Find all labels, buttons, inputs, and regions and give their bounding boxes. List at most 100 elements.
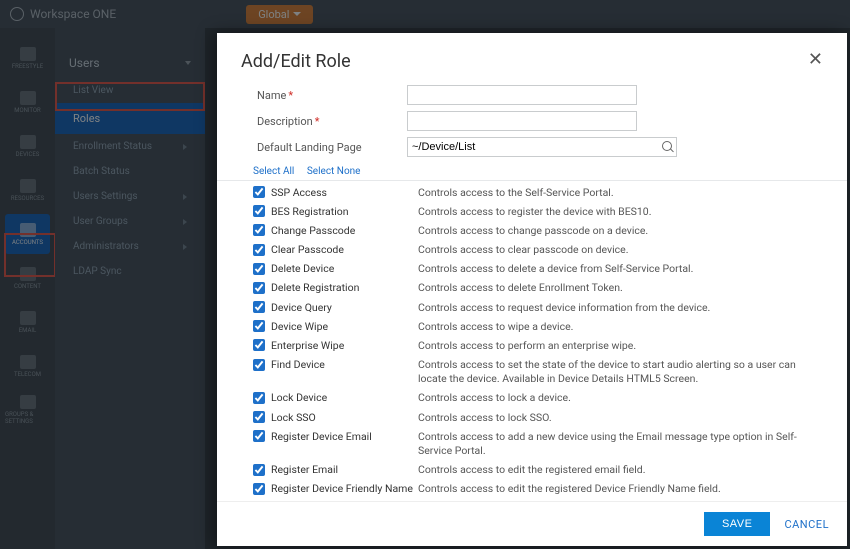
subnav-label: Users Settings bbox=[73, 191, 138, 202]
permission-checkbox[interactable] bbox=[253, 392, 265, 404]
permission-desc: Controls access to set the state of the … bbox=[418, 358, 827, 386]
chevron-right-icon bbox=[183, 144, 187, 150]
permission-checkbox[interactable] bbox=[253, 263, 265, 275]
permission-desc: Controls access to edit the registered e… bbox=[418, 463, 827, 477]
subnav-item-roles[interactable]: Roles bbox=[55, 103, 205, 134]
subnav-item-user-groups[interactable]: User Groups bbox=[55, 209, 205, 234]
rail-label: DEVICES bbox=[16, 151, 40, 158]
subnav-label: List View bbox=[73, 85, 113, 96]
rail-item-telecom[interactable]: TELECOM bbox=[5, 346, 50, 386]
permission-desc: Controls access to register the device w… bbox=[418, 205, 827, 219]
left-rail: FREESTYLEMONITOR DEVICES RESOURCES ACCOUNTS… bbox=[0, 28, 55, 549]
search-icon[interactable] bbox=[662, 141, 672, 151]
permission-name: SSP Access bbox=[271, 186, 327, 199]
rail-label: ACCOUNTS bbox=[12, 239, 43, 246]
permission-row: Device WipeControls access to wipe a dev… bbox=[253, 317, 827, 336]
permission-row: Change PasscodeControls access to change… bbox=[253, 221, 827, 240]
rail-item-groups-settings[interactable]: GROUPS & SETTINGS bbox=[5, 390, 50, 430]
permission-name: Clear Passcode bbox=[271, 243, 344, 256]
landing-label: Default Landing Page bbox=[257, 141, 407, 154]
permission-checkbox[interactable] bbox=[253, 320, 265, 332]
chevron-right-icon bbox=[183, 219, 187, 225]
permission-name: Register Device Email bbox=[271, 430, 372, 443]
permissions-list: SSP AccessControls access to the Self-Se… bbox=[217, 181, 847, 501]
subnav-item-batch-status[interactable]: Batch Status bbox=[55, 159, 205, 184]
rail-item-email[interactable]: EMAIL bbox=[5, 302, 50, 342]
subnav-item-ldap-sync[interactable]: LDAP Sync bbox=[55, 259, 205, 284]
permission-row: Lock DeviceControls access to lock a dev… bbox=[253, 389, 827, 408]
subnav: Users List View Roles Enrollment Status Bat… bbox=[55, 28, 205, 549]
permission-row: Enterprise WipeControls access to perfor… bbox=[253, 336, 827, 355]
rail-item-freestyle[interactable]: FREESTYLE bbox=[5, 38, 50, 78]
permission-name: BES Registration bbox=[271, 205, 349, 218]
permission-checkbox[interactable] bbox=[253, 224, 265, 236]
permission-row: Delete DeviceControls access to delete a… bbox=[253, 260, 827, 279]
permission-desc: Controls access to lock SSO. bbox=[418, 411, 827, 425]
description-input[interactable] bbox=[407, 111, 637, 131]
permission-row: Lock SSO Controls access to lock SSO. bbox=[253, 408, 827, 427]
subnav-item-enrollment-status[interactable]: Enrollment Status bbox=[55, 134, 205, 159]
global-label: Global bbox=[258, 8, 289, 21]
select-all-link[interactable]: Select All bbox=[253, 166, 294, 177]
chevron-right-icon bbox=[183, 244, 187, 250]
permission-checkbox[interactable] bbox=[253, 186, 265, 198]
permission-checkbox[interactable] bbox=[253, 464, 265, 476]
subnav-label: Roles bbox=[73, 112, 100, 125]
rail-label: GROUPS & SETTINGS bbox=[5, 411, 50, 425]
subnav-label: User Groups bbox=[73, 216, 128, 227]
rail-label: CONTENT bbox=[14, 283, 41, 290]
nav-icon bbox=[20, 223, 36, 237]
rail-item-content[interactable]: CONTENT bbox=[5, 258, 50, 298]
description-label: Description* bbox=[257, 115, 407, 128]
permission-row: SSP AccessControls access to the Self-Se… bbox=[253, 183, 827, 202]
rail-item-monitor[interactable]: MONITOR bbox=[5, 82, 50, 122]
rail-item-devices[interactable]: DEVICES bbox=[5, 126, 50, 166]
permission-row: BES Registration Controls access to regis… bbox=[253, 202, 827, 221]
rail-item-resources[interactable]: RESOURCES bbox=[5, 170, 50, 210]
rail-item-accounts[interactable]: ACCOUNTS bbox=[5, 214, 50, 254]
permission-checkbox[interactable] bbox=[253, 244, 265, 256]
permission-checkbox[interactable] bbox=[253, 411, 265, 423]
subnav-header[interactable]: Users bbox=[55, 48, 205, 78]
landing-input[interactable] bbox=[407, 137, 677, 157]
nav-icon bbox=[20, 91, 36, 105]
permission-row: Clear Passcode Controls access to clear p… bbox=[253, 241, 827, 260]
subnav-item-administrators[interactable]: Administrators bbox=[55, 234, 205, 259]
permission-name: Lock SSO bbox=[271, 411, 316, 424]
rail-label: RESOURCES bbox=[11, 195, 44, 202]
permission-checkbox[interactable] bbox=[253, 483, 265, 495]
modal-title: Add/Edit Role bbox=[241, 51, 351, 72]
nav-icon bbox=[20, 267, 36, 281]
permission-name: Register Device Friendly Name bbox=[271, 482, 413, 495]
subnav-header-label: Users bbox=[69, 56, 100, 70]
permission-name: Register Email bbox=[271, 463, 338, 476]
permission-checkbox[interactable] bbox=[253, 359, 265, 371]
cancel-button[interactable]: CANCEL bbox=[784, 518, 829, 531]
subnav-label: Enrollment Status bbox=[73, 141, 152, 152]
select-none-link[interactable]: Select None bbox=[307, 166, 361, 177]
permission-checkbox[interactable] bbox=[253, 430, 265, 442]
name-input[interactable] bbox=[407, 85, 637, 105]
permission-desc: Controls access to delete a device from … bbox=[418, 262, 827, 276]
subnav-label: Batch Status bbox=[73, 166, 130, 177]
permission-checkbox[interactable] bbox=[253, 301, 265, 313]
permission-desc: Controls access to wipe a device. bbox=[418, 320, 827, 334]
nav-icon bbox=[20, 47, 36, 61]
chevron-right-icon bbox=[183, 194, 187, 200]
permission-row: Register Device Email Controls access to … bbox=[253, 427, 827, 460]
permission-row: Register Device Friendly NameControls ac… bbox=[253, 480, 827, 499]
permission-desc: Controls access to add a new device usin… bbox=[418, 430, 827, 458]
permission-desc: Controls access to change passcode on a … bbox=[418, 224, 827, 238]
global-selector[interactable]: Global bbox=[246, 5, 313, 24]
permission-checkbox[interactable] bbox=[253, 205, 265, 217]
permission-checkbox[interactable] bbox=[253, 282, 265, 294]
close-button[interactable]: ✕ bbox=[808, 51, 823, 69]
subnav-item-list-view[interactable]: List View bbox=[55, 78, 205, 103]
permission-name: Lock Device bbox=[271, 391, 327, 404]
brand-label: Workspace ONE bbox=[30, 7, 116, 21]
subnav-item-users-settings[interactable]: Users Settings bbox=[55, 184, 205, 209]
permission-desc: Controls access to clear passcode on dev… bbox=[418, 243, 827, 257]
permission-checkbox[interactable] bbox=[253, 339, 265, 351]
save-button[interactable]: SAVE bbox=[704, 512, 771, 536]
permission-name: Find Device bbox=[271, 358, 325, 371]
